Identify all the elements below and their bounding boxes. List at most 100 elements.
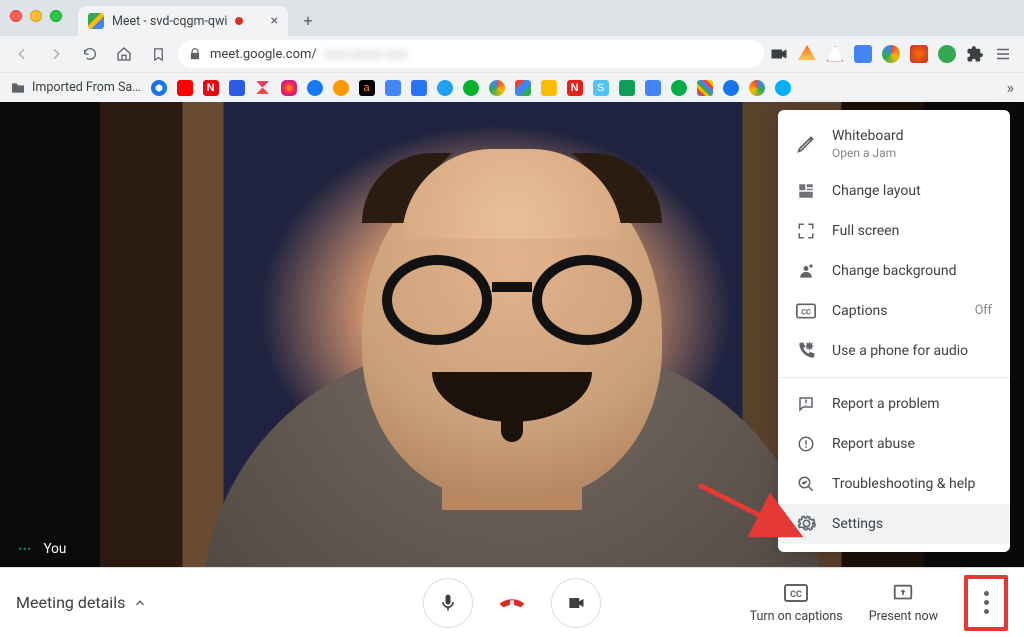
- bm-netflix-icon[interactable]: N: [203, 80, 219, 96]
- hangup-icon: [497, 588, 527, 618]
- bm-icon-24[interactable]: [749, 80, 765, 96]
- folder-icon: [10, 80, 26, 96]
- forward-button[interactable]: [42, 40, 70, 68]
- bm-icon-9[interactable]: a: [359, 80, 375, 96]
- bookmarks-overflow[interactable]: »: [1007, 78, 1015, 97]
- home-button[interactable]: [110, 40, 138, 68]
- browser-tab-active[interactable]: Meet - svd-cqgm-qwi ×: [78, 6, 288, 36]
- bm-icon-17[interactable]: N: [567, 80, 583, 96]
- menu-whiteboard[interactable]: Whiteboard Open a Jam: [778, 118, 1010, 171]
- close-window-icon[interactable]: [10, 10, 22, 22]
- bm-icon-4[interactable]: [229, 80, 245, 96]
- bm-icon-22[interactable]: [697, 80, 713, 96]
- meeting-details-button[interactable]: Meeting details: [16, 593, 147, 612]
- present-icon: [891, 581, 915, 605]
- report-abuse-icon: [796, 434, 816, 454]
- turn-on-captions-button[interactable]: CC Turn on captions: [750, 581, 843, 624]
- url-path-redacted: xxx-xxxx-xxx: [325, 47, 409, 62]
- bm-facebook-icon[interactable]: [307, 80, 323, 96]
- meet-bottom-bar: Meeting details CC Turn on captions: [0, 567, 1024, 637]
- menu-phone-audio[interactable]: Use a phone for audio: [778, 331, 1010, 371]
- bm-icon-16[interactable]: [541, 80, 557, 96]
- back-button[interactable]: [8, 40, 36, 68]
- bm-chrome-icon[interactable]: [489, 80, 505, 96]
- menu-troubleshoot-label: Troubleshooting & help: [832, 476, 975, 492]
- options-dots-icon[interactable]: ⋯: [18, 541, 34, 557]
- minimize-window-icon[interactable]: [30, 10, 42, 22]
- bm-sheets-icon[interactable]: [619, 80, 635, 96]
- extensions-puzzle-icon[interactable]: [966, 45, 984, 63]
- bm-twitter-icon[interactable]: [437, 80, 453, 96]
- pen-icon: [796, 134, 816, 154]
- bm-amazon-icon[interactable]: [333, 80, 349, 96]
- menu-whiteboard-label: Whiteboard: [832, 128, 904, 146]
- menu-captions-state: Off: [975, 303, 992, 318]
- more-options-button[interactable]: [964, 575, 1008, 631]
- person-soulpatch: [501, 414, 523, 442]
- bm-youtube-icon[interactable]: [177, 80, 193, 96]
- bm-icon-21[interactable]: [671, 80, 687, 96]
- menu-report-problem[interactable]: Report a problem: [778, 384, 1010, 424]
- bm-icon-25[interactable]: [775, 80, 791, 96]
- ext-icon-6[interactable]: [910, 45, 928, 63]
- bm-icon-5[interactable]: [255, 80, 271, 96]
- camera-icon: [566, 593, 586, 613]
- translate-ext-icon[interactable]: [854, 45, 872, 63]
- feedback-icon: [796, 394, 816, 414]
- menu-whiteboard-sub: Open a Jam: [832, 146, 904, 161]
- fullscreen-icon: [796, 221, 816, 241]
- menu-change-layout[interactable]: Change layout: [778, 171, 1010, 211]
- phone-audio-icon: [796, 341, 816, 361]
- cc-icon: CC: [784, 581, 808, 605]
- menu-fullscreen[interactable]: Full screen: [778, 211, 1010, 251]
- bm-gmail-icon[interactable]: [515, 80, 531, 96]
- ext-icon-5[interactable]: [882, 45, 900, 63]
- new-tab-button[interactable]: +: [294, 6, 322, 34]
- menu-phone-label: Use a phone for audio: [832, 343, 968, 359]
- tab-title: Meet - svd-cqgm-qwi: [112, 14, 227, 29]
- chevron-right-icon: [48, 46, 64, 62]
- address-bar[interactable]: meet.google.com/ xxx-xxxx-xxx: [178, 40, 764, 68]
- menu-settings[interactable]: Settings: [778, 504, 1010, 544]
- bm-icon-23[interactable]: [723, 80, 739, 96]
- hangup-button[interactable]: [487, 578, 537, 628]
- layout-icon: [796, 181, 816, 201]
- menu-captions-label: Captions: [832, 303, 888, 319]
- bm-docs-icon[interactable]: [645, 80, 661, 96]
- mute-button[interactable]: [423, 578, 473, 628]
- maximize-window-icon[interactable]: [50, 10, 62, 22]
- browser-toolbar: meet.google.com/ xxx-xxxx-xxx: [0, 36, 1024, 72]
- menu-report-abuse-label: Report abuse: [832, 436, 915, 452]
- captions-icon: CC: [796, 301, 816, 321]
- warning-ext-icon[interactable]: [826, 45, 844, 63]
- bookmark-button[interactable]: [144, 40, 172, 68]
- close-tab-icon[interactable]: ×: [271, 13, 278, 29]
- menu-settings-label: Settings: [832, 516, 883, 532]
- browser-menu-icon[interactable]: [994, 45, 1012, 63]
- browser-titlebar: Meet - svd-cqgm-qwi × +: [0, 0, 1024, 36]
- camera-indicator-icon[interactable]: [770, 47, 788, 61]
- chevron-up-icon: [133, 596, 147, 610]
- menu-troubleshoot[interactable]: Troubleshooting & help: [778, 464, 1010, 504]
- ext-icon-7[interactable]: [938, 45, 956, 63]
- bookmark-folder[interactable]: Imported From Sa…: [10, 80, 141, 96]
- reload-button[interactable]: [76, 40, 104, 68]
- menu-captions[interactable]: CC Captions Off: [778, 291, 1010, 331]
- present-now-button[interactable]: Present now: [869, 581, 938, 624]
- microphone-icon: [438, 593, 458, 613]
- menu-change-background[interactable]: Change background: [778, 251, 1010, 291]
- bm-icon-18[interactable]: S: [593, 80, 609, 96]
- menu-report-abuse[interactable]: Report abuse: [778, 424, 1010, 464]
- brave-icon[interactable]: [798, 45, 816, 63]
- chevron-left-icon: [14, 46, 30, 62]
- menu-layout-label: Change layout: [832, 183, 921, 199]
- bm-flipkart-icon[interactable]: [411, 80, 427, 96]
- bm-icon-1[interactable]: [151, 80, 167, 96]
- bm-icon-10[interactable]: [385, 80, 401, 96]
- bm-instagram-icon[interactable]: [281, 80, 297, 96]
- menu-background-label: Change background: [832, 263, 957, 279]
- camera-button[interactable]: [551, 578, 601, 628]
- bm-icon-13[interactable]: [463, 80, 479, 96]
- bookmark-icon: [151, 47, 166, 62]
- menu-report-problem-label: Report a problem: [832, 396, 940, 412]
